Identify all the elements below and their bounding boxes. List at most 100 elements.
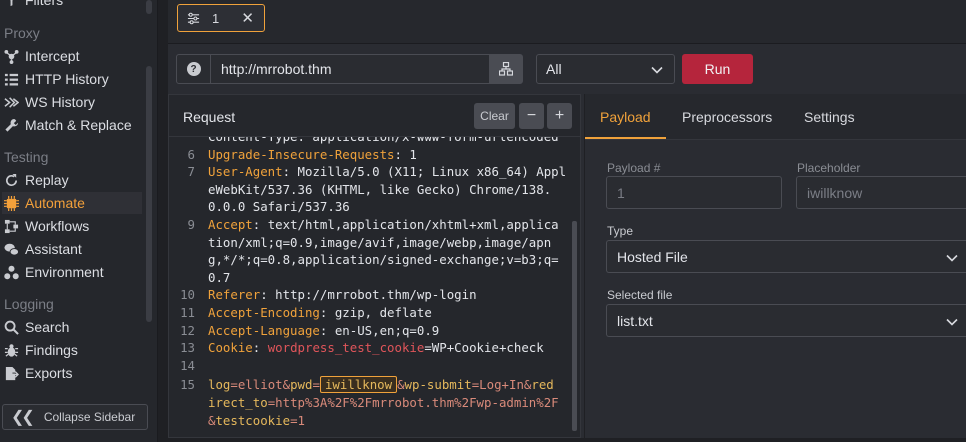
tab-payload[interactable]: Payload (600, 109, 651, 125)
chat-icon (4, 243, 19, 256)
sidebar-item-label: Assistant (25, 241, 82, 257)
line-number: 11 (180, 304, 195, 320)
help-button[interactable]: ? (177, 55, 211, 83)
sidebar-item-search[interactable]: Search (2, 316, 142, 338)
line-number (169, 269, 195, 287)
sidebar-item-match-replace[interactable]: Match & Replace (2, 114, 142, 136)
code-line: 10 Referer: http://mrrobot.thm/wp-login (169, 286, 571, 304)
line-number: 12 (180, 322, 195, 338)
line-number (169, 181, 195, 199)
code-line: Content-Type: application/x-www-form-url… (169, 137, 571, 146)
payload-number-label: Payload # (607, 161, 661, 175)
sidebar-item-label: Workflows (25, 218, 90, 234)
sidebar-item-label: Search (25, 319, 70, 335)
code-line: 13 Cookie: wordpress_test_cookie=WP+Cook… (169, 339, 571, 357)
app-root: Filters Proxy Intercept HTTP History WS … (0, 0, 966, 442)
header-key: Accept-Encoding (208, 304, 320, 320)
type-select[interactable]: Hosted File (606, 240, 966, 273)
line-number (169, 234, 195, 252)
type-select-value: Hosted File (617, 248, 688, 265)
header-key: Referer (208, 287, 261, 303)
sidebar-item-label: Match & Replace (25, 117, 132, 133)
chevron-down-icon (946, 254, 958, 262)
run-button[interactable]: Run (682, 54, 753, 84)
sidebar-scrollbar[interactable] (146, 66, 152, 322)
line-number: 9 (187, 216, 195, 232)
sidebar-item-automate[interactable]: Automate (2, 192, 142, 214)
workflow-icon (4, 219, 19, 233)
sidebar-item-label: HTTP History (25, 71, 109, 87)
websocket-icon (4, 96, 19, 108)
sidebar-item-environment[interactable]: Environment (2, 261, 142, 283)
line-number: 14 (180, 357, 195, 373)
sidebar-item-findings[interactable]: Findings (2, 339, 142, 361)
cookie-name: wordpress_test_cookie (267, 340, 425, 356)
zoom-in-button[interactable]: + (547, 103, 572, 129)
wrench-icon (5, 118, 19, 132)
request-header: Request Clear − + (169, 95, 580, 137)
scope-select[interactable]: All (536, 54, 675, 84)
sidebar-item-intercept[interactable]: Intercept (2, 45, 142, 67)
sliders-icon (187, 12, 200, 24)
tab-settings[interactable]: Settings (804, 109, 855, 125)
url-input[interactable]: http://mrrobot.thm (211, 61, 489, 77)
sidebar-item-http-history[interactable]: HTTP History (2, 68, 142, 90)
sidebar-item-workflows[interactable]: Workflows (2, 215, 142, 237)
tab-preprocessors[interactable]: Preprocessors (682, 109, 772, 125)
selected-file-select[interactable]: list.txt (606, 304, 966, 337)
header-value: en-US,en;q=0.9 (327, 322, 440, 338)
connection-settings-button[interactable] (489, 55, 522, 83)
placeholder-input[interactable]: iwillknow (796, 176, 966, 209)
collapse-sidebar-label: Collapse Sidebar (43, 410, 136, 424)
code-line: &testcookie=1 (208, 412, 305, 428)
help-icon: ? (186, 62, 201, 76)
payload-number-input[interactable]: 1 (606, 176, 782, 209)
filter-icon (10, 0, 13, 6)
search-icon (4, 320, 19, 335)
close-icon[interactable]: ✕ (241, 9, 254, 27)
sidebar-item-ws-history[interactable]: WS History (2, 91, 142, 113)
line-number: 10 (180, 287, 195, 303)
request-editor[interactable]: Content-Type: application/x-www-form-url… (169, 137, 571, 437)
payload-marker[interactable]: iwillknow (319, 376, 398, 394)
collapse-sidebar-button[interactable]: ❮❮ Collapse Sidebar (2, 404, 148, 430)
code-line: 0.0.0 Safari/537.36 (169, 198, 571, 216)
double-chevron-left-icon: ❮❮ (11, 409, 35, 426)
sidebar-scrollbar-top[interactable] (146, 0, 152, 14)
code-line: 14 (169, 357, 571, 375)
sidebar-splitter[interactable] (158, 0, 168, 442)
code-line: 11 Accept-Encoding: gzip, deflate (169, 304, 571, 322)
code-line: 12 Accept-Language: en-US,en;q=0.9 (169, 322, 571, 340)
sidebar-item-filters[interactable]: Filters (2, 0, 142, 8)
editor-scrollbar[interactable] (572, 221, 577, 431)
clear-button[interactable]: Clear (474, 103, 515, 129)
session-tabbar: 1 ✕ (168, 0, 966, 44)
code-line: 0.7 (169, 269, 571, 287)
cookie-value: =WP+Cookie+check (424, 340, 544, 356)
sidebar-item-label: Intercept (25, 48, 80, 64)
placeholder-label: Placeholder (797, 161, 861, 175)
automate-icon (4, 195, 19, 211)
request-pane: Request Clear − + Content-Type: applicat… (168, 94, 581, 438)
sidebar-item-label: Findings (25, 342, 78, 358)
code-lines: 6 Upgrade-Insecure-Requests: 1 7 User-Agent… (169, 146, 571, 340)
target-toolbar: ? http://mrrobot.thm All Run (168, 44, 966, 94)
sidebar-item-assistant[interactable]: Assistant (2, 238, 142, 260)
payload-panel: Payload Preprocessors Settings Payload #… (584, 94, 966, 438)
session-tab-1[interactable]: 1 ✕ (177, 4, 265, 32)
line-number: 15 (180, 377, 195, 393)
line-number: 13 (180, 340, 195, 356)
zoom-out-button[interactable]: − (519, 103, 544, 129)
sidebar-item-label: Replay (25, 172, 69, 188)
header-value: 0.7 (208, 269, 231, 285)
header-value: eWebKit/537.36 (KHTML, like Gecko) Chrom… (208, 181, 552, 197)
status-strip (168, 438, 966, 442)
code-line: irect_to=http%3A%2F%2Fmrrobot.thm%2Fwp-a… (208, 394, 559, 410)
header-value: g,*/*;q=0.8,application/signed-exchange;… (208, 252, 559, 268)
sidebar-item-replay[interactable]: Replay (2, 169, 142, 191)
network-icon (498, 62, 513, 76)
code-line: eWebKit/537.36 (KHTML, like Gecko) Chrom… (169, 181, 571, 199)
sidebar-item-label: Automate (25, 195, 85, 211)
sidebar-item-exports[interactable]: Exports (2, 362, 142, 384)
header-key: User-Agent (208, 164, 283, 180)
